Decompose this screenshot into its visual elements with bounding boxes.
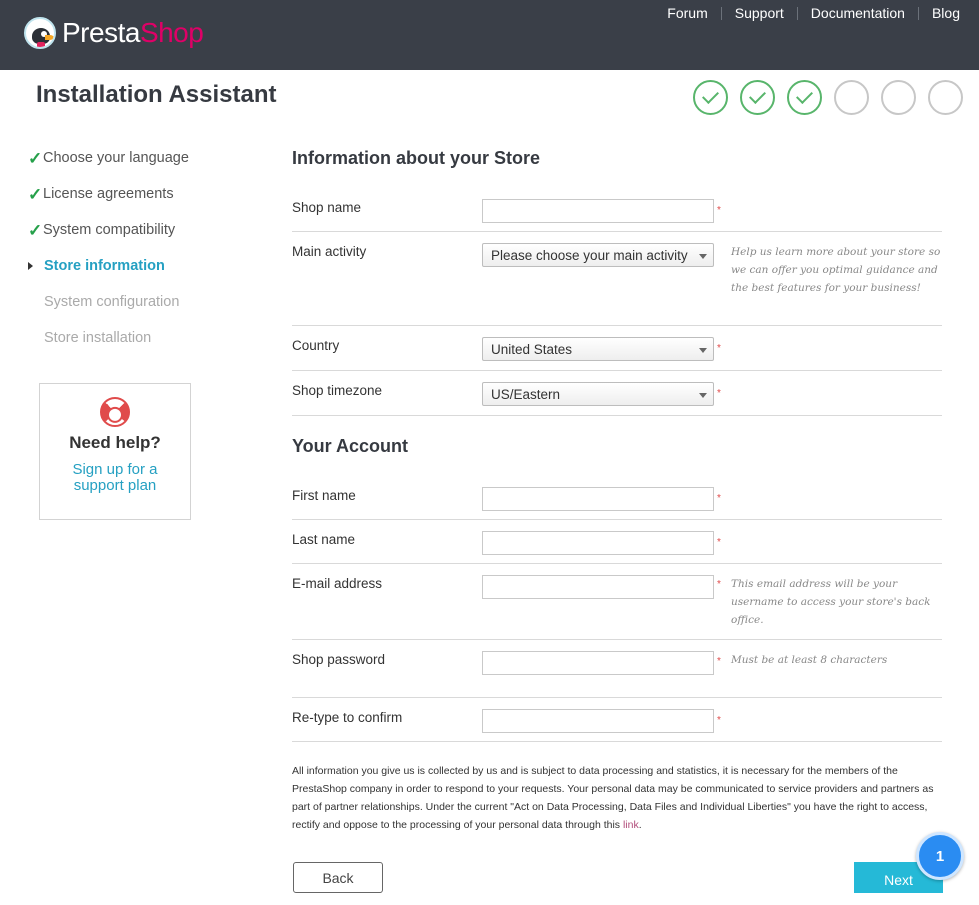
first-name-input[interactable] [482,487,714,511]
dropdown-arrow-icon [699,254,707,259]
sidebar-item-choose-language: ✓ Choose your language [28,148,189,168]
email-label: E-mail address [292,576,383,591]
row-divider [292,325,942,326]
main-activity-label: Main activity [292,244,367,259]
nav-forum-link[interactable]: Forum [654,5,720,21]
row-divider [292,231,942,232]
row-divider [292,741,942,742]
sidebar-item-store-information: Store information [28,248,228,284]
account-section-title: Your Account [292,436,408,456]
privacy-notice: All information you give us is collected… [292,765,934,831]
store-section-title: Information about your Store [292,148,541,168]
email-input[interactable] [482,575,714,599]
required-mark: * [717,343,721,354]
check-icon: ✓ [28,148,43,168]
first-name-label: First name [292,488,356,503]
required-mark: * [717,205,721,216]
notification-badge[interactable]: 1 [916,832,964,880]
top-nav: Forum Support Documentation Blog [654,5,979,21]
required-mark: * [717,388,721,399]
check-icon: ✓ [28,220,43,240]
required-mark: * [717,656,721,667]
dropdown-arrow-icon [699,348,707,353]
support-plan-link[interactable]: Sign up for a support plan [40,462,190,494]
timezone-label: Shop timezone [292,383,383,398]
required-mark: * [717,715,721,726]
page-title: Installation Assistant [36,81,277,108]
back-button[interactable]: Back [293,862,383,893]
sidebar-item-system-configuration: System configuration [44,294,180,310]
row-divider [292,697,942,698]
nav-support-link[interactable]: Support [722,5,797,21]
step-pending-icon [928,80,963,115]
country-select[interactable]: United States [482,337,714,361]
steps-sidebar: ✓ Choose your language ✓ License agreement… [28,140,228,356]
check-icon: ✓ [28,184,43,204]
dropdown-arrow-icon [699,393,707,398]
country-label: Country [292,338,340,353]
shop-name-label: Shop name [292,200,362,215]
required-mark: * [717,579,721,590]
privacy-link[interactable]: link [623,819,639,831]
password-hint: Must be at least 8 characters [731,654,888,666]
required-mark: * [717,537,721,548]
timezone-select[interactable]: US/Eastern [482,382,714,406]
puffin-logo-icon [24,17,56,49]
step-complete-icon [787,80,822,115]
row-divider [292,370,942,371]
password-label: Shop password [292,652,386,667]
main-activity-hint: Help us learn more about your store so w… [731,246,941,294]
retype-password-label: Re-type to confirm [292,710,403,725]
row-divider [292,519,942,520]
last-name-input[interactable] [482,531,714,555]
nav-documentation-link[interactable]: Documentation [798,5,918,21]
shop-name-input[interactable] [482,199,714,223]
step-pending-icon [881,80,916,115]
logo-text: PrestaShop [62,17,204,48]
password-input[interactable] [482,651,714,675]
help-title: Need help? [69,433,161,452]
caret-right-icon [28,262,44,270]
sidebar-item-system-compatibility: ✓ System compatibility [28,220,176,240]
last-name-label: Last name [292,532,356,547]
row-divider [292,563,942,564]
row-divider [292,415,942,416]
step-complete-icon [740,80,775,115]
step-complete-icon [693,80,728,115]
required-mark: * [717,493,721,504]
nav-blog-link[interactable]: Blog [919,5,979,21]
top-bar: PrestaShop Forum Support Documentation B… [0,0,979,70]
row-divider [292,639,942,640]
progress-stepper [693,80,975,115]
help-box: Need help? Sign up for a support plan [39,383,191,520]
sidebar-item-license-agreements: ✓ License agreements [28,184,174,204]
step-pending-icon [834,80,869,115]
sidebar-item-store-installation: Store installation [44,330,152,346]
email-hint: This email address will be your username… [731,578,931,626]
retype-password-input[interactable] [482,709,714,733]
lifebuoy-icon [93,390,137,434]
main-activity-select[interactable]: Please choose your main activity [482,243,714,267]
prestashop-logo[interactable]: PrestaShop [24,17,204,49]
